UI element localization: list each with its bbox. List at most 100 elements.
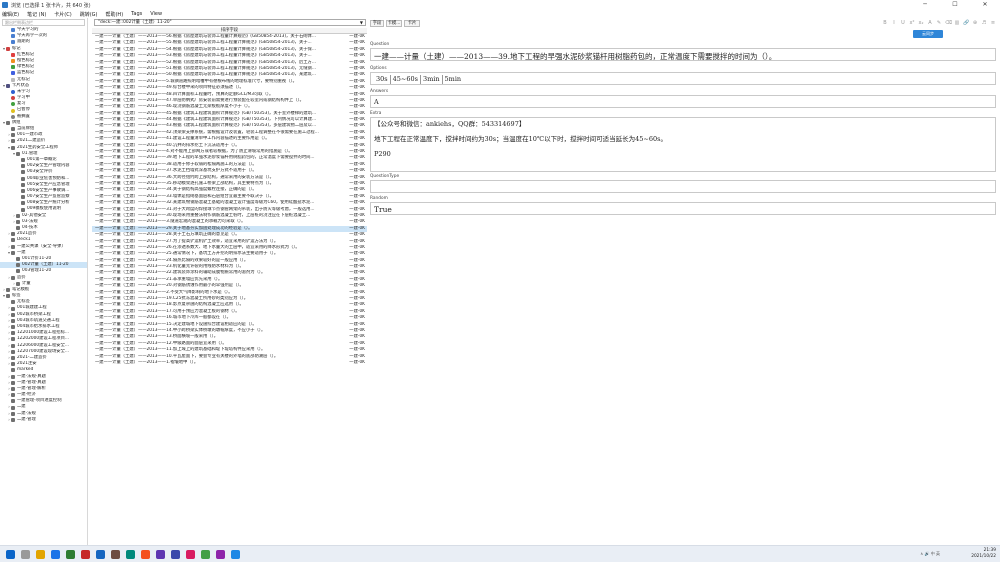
menu-notes[interactable]: 笔记 (N) [27, 11, 46, 18]
editor-toolbar: 字段 卡模... 卡片 B I Ux² x₂ A ✎ ⌫ ▥ 🔗 ⊕ ♬ ≡ [368, 19, 1000, 28]
dot-icon [11, 89, 15, 94]
deck-icon [21, 195, 25, 200]
question-field[interactable]: 一建——计量（土建）——2013——39.地下工程的早强水泥砂浆锚杆用树脂药包的… [370, 48, 996, 61]
attach-icon[interactable]: ⊕ [972, 20, 978, 26]
flag-icon [11, 71, 15, 76]
deck-icon [21, 207, 25, 212]
app-icon[interactable] [201, 549, 210, 559]
cloud-sync-button[interactable]: 云同步 [913, 30, 943, 38]
deck-icon [11, 238, 15, 243]
table-row[interactable]: 一建——计量（土建）——2013——1.褶皱地中（）。 一建-0K [92, 360, 367, 366]
question-type-field[interactable] [370, 180, 996, 193]
cloze-icon[interactable]: ▥ [954, 20, 960, 26]
deck-icon [16, 219, 20, 224]
tag-icon [11, 368, 15, 373]
menu-bar: 编辑(E) 笔记 (N) 卡片(C) 跳转(G) 帮助(H) Tags View [0, 10, 1000, 18]
random-label: Random [370, 196, 388, 201]
app-icon[interactable] [141, 549, 150, 559]
app-icon[interactable] [216, 549, 225, 559]
text-color-icon[interactable]: A [927, 20, 933, 26]
close-icon[interactable]: ✕ [970, 0, 1000, 10]
menu-tags[interactable]: Tags [131, 11, 142, 17]
deck-icon [21, 164, 25, 169]
deck-icon [11, 244, 15, 249]
tag-icon [11, 362, 15, 367]
clock[interactable]: 21:39 2021/10/22 [971, 548, 996, 560]
deck-icon [21, 188, 25, 193]
option-b: 45~60s [391, 75, 421, 84]
superscript-icon[interactable]: x² [909, 20, 915, 26]
tags-button[interactable]: 卡片 [404, 20, 420, 27]
menu-edit[interactable]: 编辑(E) [2, 11, 19, 18]
tag-icon [11, 300, 15, 305]
anki-icon[interactable] [231, 549, 240, 559]
minimize-icon[interactable]: ─ [910, 0, 940, 10]
menu-view[interactable]: View [150, 11, 162, 17]
highlight-icon[interactable]: ✎ [936, 20, 942, 26]
menu-icon[interactable]: ≡ [990, 20, 996, 26]
sidebar-item-label: 003管理11-20 [22, 268, 52, 274]
app-icon[interactable] [171, 549, 180, 559]
italic-icon[interactable]: I [891, 20, 897, 26]
deck-icon [21, 201, 25, 206]
tag-icon [11, 399, 15, 404]
menu-cards[interactable]: 卡片(C) [54, 11, 71, 18]
deck-icon [16, 226, 20, 231]
options-field[interactable]: 30s 45~60s 3min 5min [370, 72, 996, 85]
eraser-icon[interactable]: ⌫ [945, 20, 952, 26]
record-icon[interactable]: ♬ [981, 20, 987, 26]
tag-icon [6, 294, 10, 299]
link-icon[interactable]: 🔗 [963, 20, 969, 26]
answers-field[interactable]: A [370, 95, 996, 108]
menu-help[interactable]: 帮助(H) [105, 11, 123, 18]
subscript-icon[interactable]: x₂ [918, 20, 924, 26]
tag-icon [11, 343, 15, 348]
maximize-icon[interactable]: ☐ [940, 0, 970, 10]
app-icon[interactable] [156, 549, 165, 559]
search-icon[interactable] [21, 549, 30, 559]
wechat-icon[interactable] [66, 549, 75, 559]
tag-icon [11, 405, 15, 410]
word-icon[interactable] [96, 549, 105, 559]
question-type-label: QuestionType [370, 174, 400, 179]
app-icon[interactable] [126, 549, 135, 559]
flag-icon [11, 65, 15, 70]
menu-go[interactable]: 跳转(G) [80, 11, 98, 18]
deck-icon [11, 127, 15, 132]
dot-icon [11, 102, 15, 107]
extra-label: Extra [370, 111, 382, 116]
deck-icon [11, 139, 15, 144]
deck-cell: 一建-0K [349, 359, 365, 365]
app-icon [2, 2, 8, 8]
tag-icon [11, 356, 15, 361]
underline-icon[interactable]: U [900, 20, 906, 26]
option-a: 30s [374, 75, 391, 84]
cards-icon [6, 83, 10, 88]
system-tray[interactable]: ∧ 🔊 中 英 [920, 551, 940, 557]
folder-icon[interactable] [36, 549, 45, 559]
question-label: Question [370, 42, 390, 47]
answers-label: Answers [370, 89, 389, 94]
card-table: 一建——计量（土建）——2013——56.根据《房屋建筑与装饰工程量计算规范》(… [92, 34, 367, 545]
tag-icon [11, 393, 15, 398]
sidebar: 跟出栏侧表边栏 今天学习的 今天再学一次的 逾期的 ▾ 标记 红色标记 橙色标记 绿色标记 蓝色… [0, 18, 88, 545]
browser-icon[interactable] [51, 549, 60, 559]
sidebar-search-input[interactable]: 跟出栏侧表边栏 [2, 19, 85, 26]
bold-icon[interactable]: B [882, 20, 888, 26]
template-icon [6, 287, 10, 292]
window-controls: ─ ☐ ✕ [910, 0, 1000, 10]
random-field[interactable]: True [370, 202, 996, 215]
tag-icon [11, 374, 15, 379]
deck-icon [16, 263, 20, 268]
cards-button[interactable]: 卡模... [386, 20, 402, 27]
fields-button[interactable]: 字段 [370, 20, 384, 27]
tag-icon [11, 411, 15, 416]
sidebar-item[interactable]: › 二建-管理 [0, 417, 87, 423]
start-icon[interactable] [6, 549, 15, 559]
extra-field[interactable]: 【公众号和微信：ankiehs，QQ群：543314697】 地下工程在正常温度… [370, 117, 996, 172]
app-icon[interactable] [111, 549, 120, 559]
search-query-select[interactable]: "deck:一建::002计量（土建）11-20" ▼ [94, 19, 366, 26]
app-icon[interactable] [81, 549, 90, 559]
app-icon[interactable] [186, 549, 195, 559]
sidebar-tree: 今天学习的 今天再学一次的 逾期的 ▾ 标记 红色标记 橙色标记 绿色标记 蓝色标记 无标记 ▾ 卡片… [0, 27, 87, 423]
